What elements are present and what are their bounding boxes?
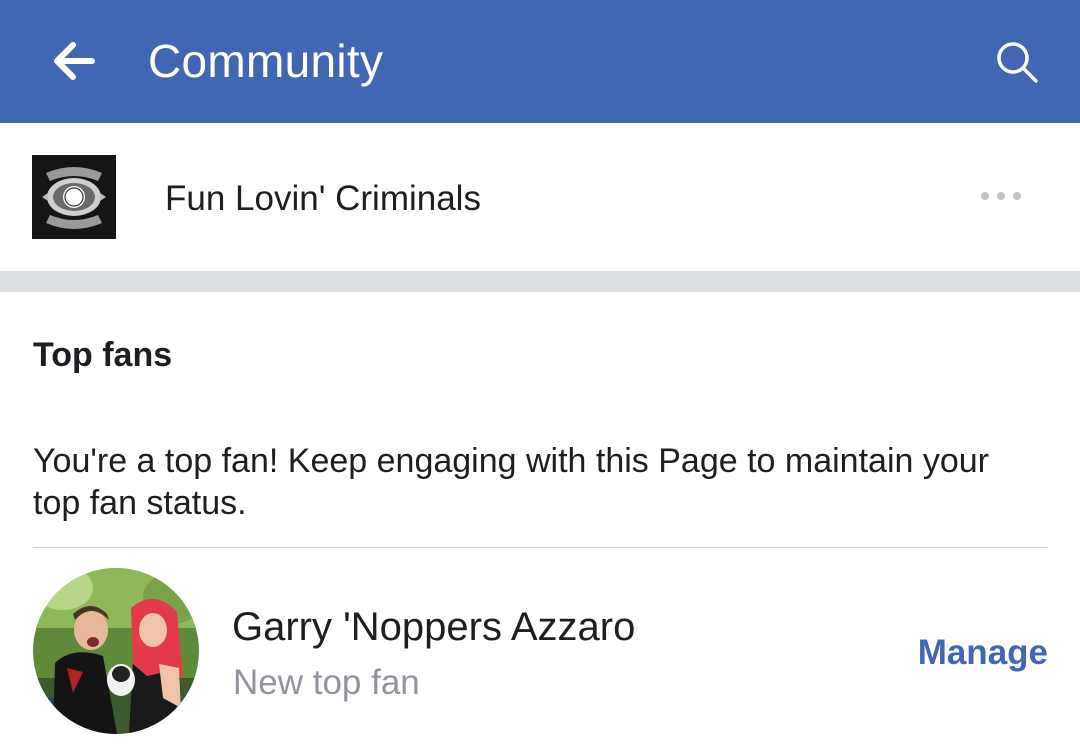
page-logo[interactable] [32,155,116,239]
section-divider [0,271,1080,292]
more-dots-icon [997,192,1005,200]
page-header-row[interactable]: Fun Lovin' Criminals [0,123,1080,271]
fan-profile-photo [33,568,199,734]
search-icon [997,42,1038,83]
app-bar: Community [0,0,1080,123]
top-fans-heading: Top fans [33,336,173,374]
flc-badge-logo [32,155,116,239]
manage-button[interactable]: Manage [900,628,1048,678]
arrow-left-icon [54,42,95,80]
page-name[interactable]: Fun Lovin' Criminals [165,178,481,220]
more-dots-icon [1013,192,1021,200]
page-title: Community [148,35,384,87]
fan-list-item: Garry 'Noppers Azzaro New top fan Manage [0,548,1080,748]
fan-name[interactable]: Garry 'Noppers Azzaro [232,604,635,650]
search-button[interactable] [985,30,1049,94]
top-fans-description: You're a top fan! Keep engaging with thi… [33,442,990,522]
more-options-button[interactable] [968,173,1034,219]
fan-avatar[interactable] [33,568,199,734]
back-button[interactable] [40,30,106,92]
fan-status: New top fan [233,663,420,702]
more-dots-icon [981,192,989,200]
